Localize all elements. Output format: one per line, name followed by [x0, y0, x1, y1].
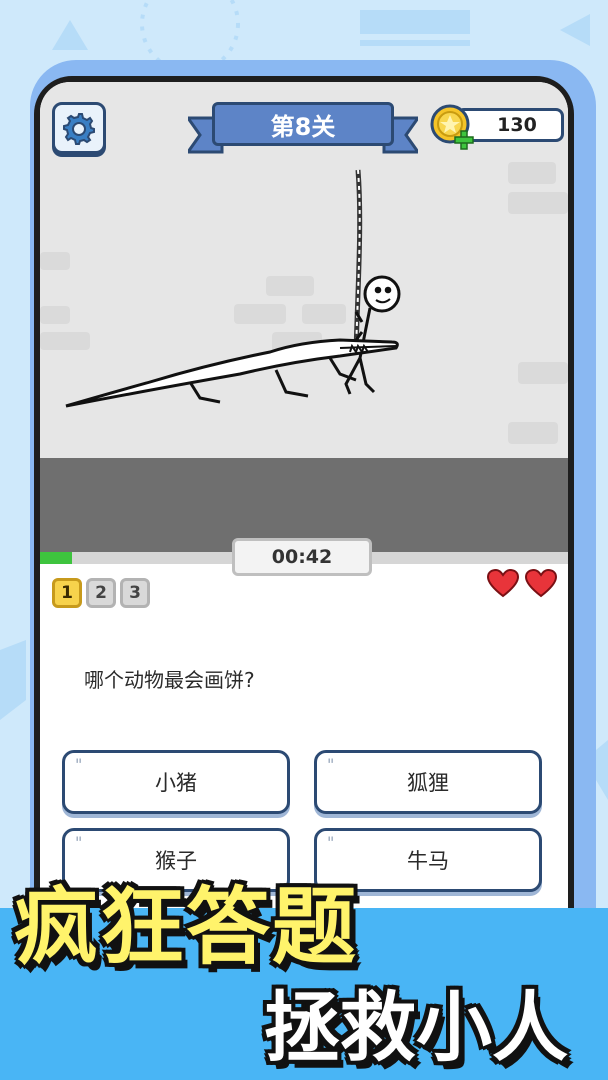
game-scene: 第8关 130 — [40, 82, 568, 558]
question-text: 哪个动物最会画饼? — [84, 668, 255, 692]
scene-illustration — [65, 169, 401, 408]
stick-figure — [344, 275, 401, 395]
plus-icon[interactable] — [454, 130, 474, 150]
coin-counter[interactable]: 130 — [430, 104, 564, 150]
answer-option-2[interactable]: 狐狸 — [314, 750, 542, 814]
rope — [353, 169, 363, 353]
settings-button[interactable] — [52, 102, 106, 154]
answer-option-1[interactable]: 小猪 — [62, 750, 290, 814]
level-banner: 第8关 — [188, 98, 418, 158]
game-screen: 第8关 130 00:42 123 哪个动物最会画饼? 小猪 狐狸 猴子 牛马 — [40, 82, 568, 952]
gear-icon — [63, 113, 95, 145]
time-progress-fill — [40, 552, 72, 564]
stage-2: 2 — [86, 578, 116, 608]
promo-subline: 拯救小人 — [264, 983, 568, 1072]
lives-indicator — [486, 568, 558, 598]
level-title: 第8关 — [212, 102, 394, 146]
stage-3: 3 — [120, 578, 150, 608]
promo-headline: 疯狂答题 — [14, 878, 359, 976]
countdown-timer: 00:42 — [232, 538, 372, 576]
heart-icon — [486, 568, 520, 598]
heart-icon — [524, 568, 558, 598]
stage-1: 1 — [52, 578, 82, 608]
crocodile — [65, 338, 399, 408]
stage-indicator: 123 — [52, 578, 150, 608]
